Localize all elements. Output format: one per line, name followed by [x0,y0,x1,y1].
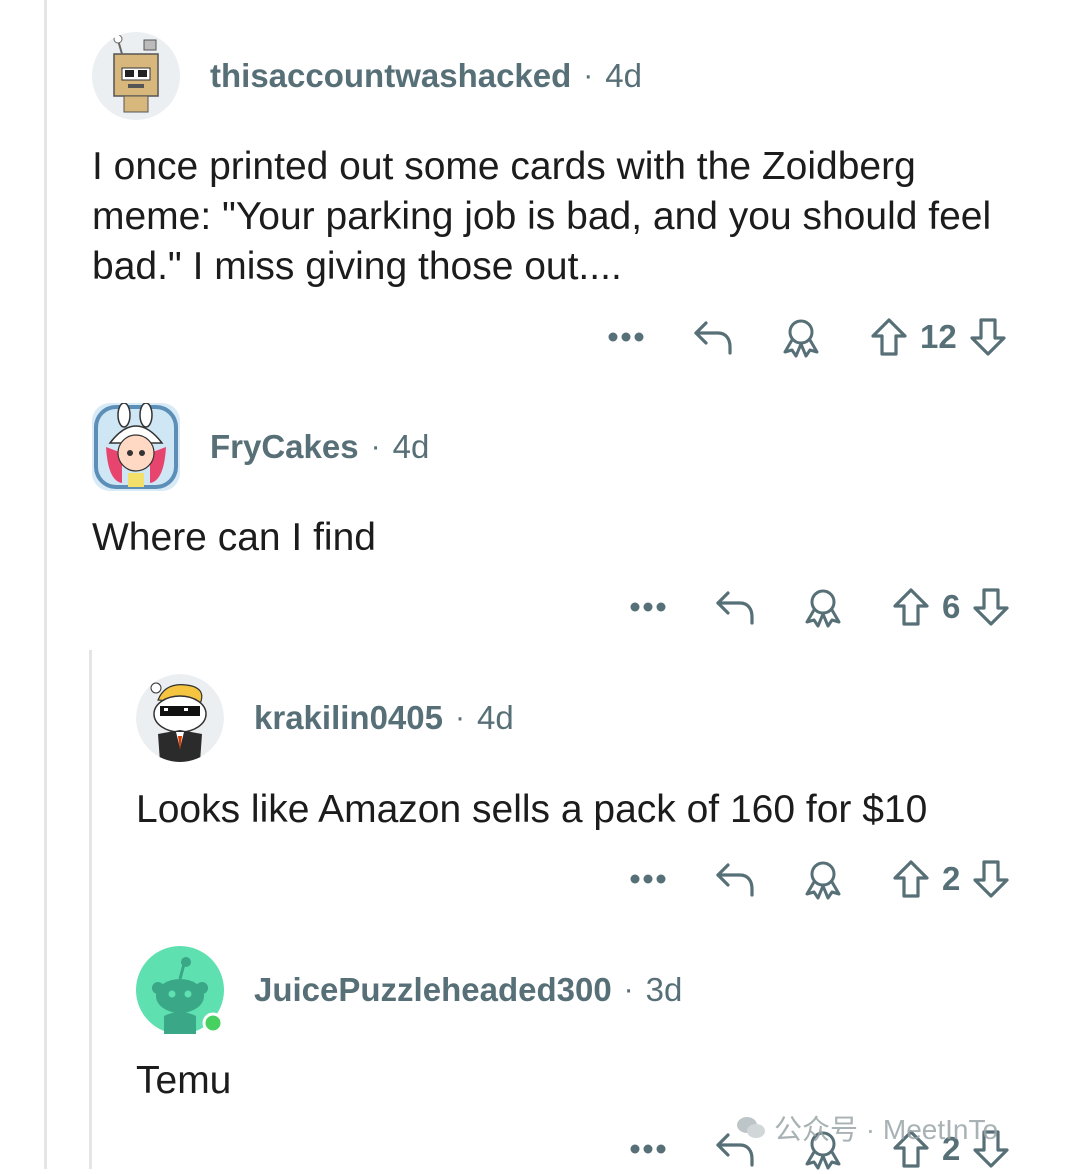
vote-count: 2 [942,860,961,897]
separator-dot: · [454,701,465,734]
comment-actions: 2 [628,854,1012,904]
comment-body: Temu [136,1059,232,1102]
default-snoo-avatar-icon[interactable] [136,946,224,1034]
thread-line-root[interactable] [44,0,47,1169]
more-dots-icon [630,602,666,612]
more-options-button[interactable] [628,1144,668,1154]
sunglasses-snoo-avatar-icon[interactable] [136,674,224,762]
comment-header: JuicePuzzleheaded300 · 3d [136,946,682,1034]
comment-body: Where can I find [92,516,376,559]
watermark-text: 公众号 · MeetInTo [774,1114,999,1145]
reply-icon [694,321,732,355]
comment-age: 4d [476,699,514,736]
upvote-button[interactable] [890,858,932,900]
comment-header: krakilin0405 · 4d [136,674,514,762]
upvote-button[interactable] [890,586,932,628]
username[interactable]: JuicePuzzleheaded300 [254,971,612,1009]
reply-icon [716,863,754,897]
robot-box-avatar-icon[interactable] [92,32,180,120]
more-options-button[interactable] [606,332,646,342]
reply-button[interactable] [714,859,756,899]
downvote-button[interactable] [967,316,1009,358]
separator-dot: · [583,59,594,92]
more-options-button[interactable] [628,602,668,612]
downvote-button[interactable] [970,858,1012,900]
award-icon [805,861,841,900]
username[interactable]: FryCakes [210,428,359,466]
downvote-arrow-icon [970,318,1006,356]
award-button[interactable] [802,858,844,900]
more-options-button[interactable] [628,874,668,884]
comment-header: FryCakes · 4d [92,403,429,491]
comment-actions: 12 [606,312,1009,362]
award-button[interactable] [802,586,844,628]
comment-meta: JuicePuzzleheaded300 · 3d [254,971,682,1009]
username[interactable]: krakilin0405 [254,699,443,737]
upvote-button[interactable] [868,316,910,358]
downvote-button[interactable] [970,586,1012,628]
upvote-arrow-icon [871,318,907,356]
more-dots-icon [630,1144,666,1154]
more-dots-icon [630,874,666,884]
comment-header: thisaccountwashacked · 4d [92,32,642,120]
vote-count: 6 [942,588,961,625]
comment-meta: krakilin0405 · 4d [254,699,514,737]
comment-age: 4d [605,57,643,94]
downvote-arrow-icon [973,860,1009,898]
wechat-icon [737,1117,765,1138]
upvote-arrow-icon [893,860,929,898]
username[interactable]: thisaccountwashacked [210,57,571,95]
comment-actions: 6 [628,582,1012,632]
downvote-arrow-icon [973,588,1009,626]
comment-meta: thisaccountwashacked · 4d [210,57,642,95]
separator-dot: · [370,430,381,463]
thread-line-reply[interactable] [89,650,92,1169]
reply-button[interactable] [714,587,756,627]
comment-body: Looks like Amazon sells a pack of 160 fo… [136,788,928,831]
watermark: 公众号 · MeetInTo [736,1108,998,1148]
reply-icon [716,591,754,625]
reply-button[interactable] [692,317,734,357]
comment-body: I once printed out some cards with the Z… [92,145,992,288]
bunny-hat-avatar-icon[interactable] [92,403,180,491]
more-dots-icon [608,332,644,342]
award-button[interactable] [780,316,822,358]
award-icon [805,589,841,628]
online-status-dot [202,1012,224,1034]
comment-age: 3d [645,971,683,1008]
separator-dot: · [623,973,634,1006]
vote-count: 12 [920,318,957,355]
upvote-arrow-icon [893,588,929,626]
comment-meta: FryCakes · 4d [210,428,429,466]
comment-age: 4d [392,428,430,465]
award-icon [783,319,819,358]
